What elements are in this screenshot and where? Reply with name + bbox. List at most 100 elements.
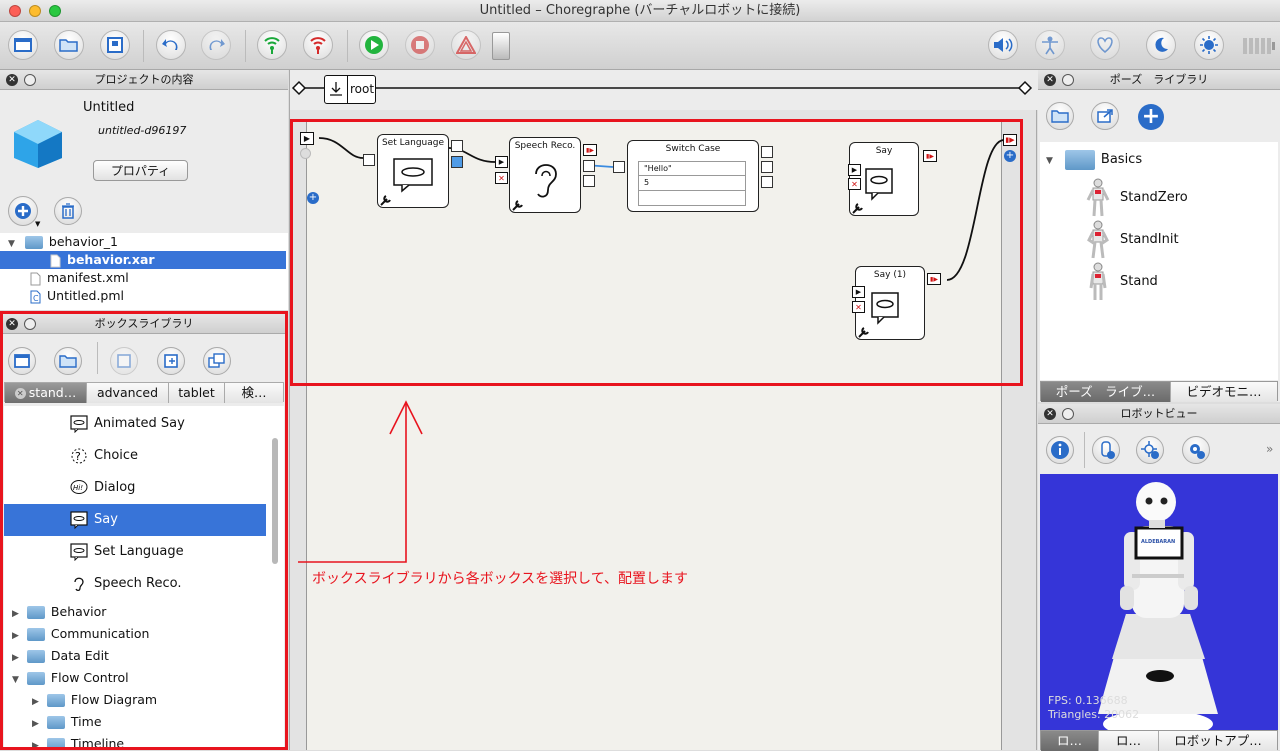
volume-icon[interactable] — [988, 30, 1018, 60]
robot-settings-icon[interactable] — [1092, 436, 1120, 464]
root-separator — [347, 76, 348, 103]
breadcrumb-root[interactable]: root — [324, 75, 376, 104]
rest-icon[interactable] — [1146, 30, 1176, 60]
breadcrumb-bar: root — [290, 70, 1038, 110]
triangles-readout: Triangles: 20062 — [1048, 708, 1140, 721]
toolbar-separator — [347, 30, 348, 62]
project-file-tree: ▼ behavior_1 behavior.xar manifest.xml C… — [0, 233, 288, 310]
tree-item-behavior-xar[interactable]: behavior.xar — [0, 251, 286, 269]
robot-tablet-text: ALDEBARAN — [1141, 539, 1176, 545]
add-file-button[interactable] — [8, 196, 38, 226]
robot-3d-view[interactable]: ALDEBARAN FPS: 0.136688 Triangles: 20062 — [1040, 474, 1278, 730]
info-icon[interactable] — [1046, 436, 1074, 464]
open-pose-library-icon[interactable] — [1046, 102, 1074, 130]
wake-up-icon[interactable] — [1194, 30, 1224, 60]
delete-file-button[interactable] — [54, 197, 82, 225]
robot-pose-icon — [1086, 178, 1110, 217]
robot-view-title: ロボットビュー — [1120, 407, 1198, 420]
robot-view-header: ✕ ロボットビュー — [1038, 404, 1280, 424]
root-label: root — [350, 82, 375, 96]
robot-pose-icon — [1089, 262, 1107, 300]
pose-item-standinit[interactable]: StandInit — [1086, 220, 1266, 260]
pose-item-stand[interactable]: Stand — [1086, 262, 1266, 302]
tree-item-pml[interactable]: C Untitled.pml — [30, 287, 124, 305]
root-box-icon — [329, 81, 343, 97]
battery-icon — [1242, 37, 1276, 55]
save-project-icon[interactable] — [100, 30, 130, 60]
more-tools-icon[interactable]: » — [1266, 442, 1273, 456]
stop-icon[interactable] — [405, 30, 435, 60]
svg-text:C: C — [33, 294, 39, 303]
redo-icon[interactable] — [201, 30, 231, 60]
tab-pose-library[interactable]: ポーズ ライブ… — [1041, 382, 1171, 402]
robot-view-bottom-tabs: ロ… ロ… ロボットアプ… — [1040, 730, 1278, 751]
pose-library-title: ポーズ ライブラリ — [1109, 73, 1209, 86]
add-pose-icon[interactable]: + — [1138, 104, 1164, 130]
tree-item-manifest[interactable]: manifest.xml — [30, 269, 129, 287]
robot-config-icon[interactable] — [1182, 436, 1210, 464]
float-panel-icon[interactable] — [1062, 74, 1074, 86]
pose-library-bottom-tabs: ポーズ ライブ… ビデオモニ… — [1040, 381, 1278, 402]
annotation-text: ボックスライブラリから各ボックスを選択して、配置します — [312, 571, 689, 587]
animation-mode-icon[interactable] — [1035, 30, 1065, 60]
toolbar-separator — [143, 30, 144, 62]
expand-arrow-icon[interactable]: ▼ — [8, 239, 15, 249]
pose-library-panel: ✕ ポーズ ライブラリ + ▼ Basics StandZero StandIn… — [1038, 70, 1280, 402]
breadcrumb-line — [291, 80, 1033, 96]
window-title: Untitled – Choregraphe (バーチャルロボットに接続) — [479, 3, 801, 18]
annotation-arrow — [298, 400, 423, 563]
toolbar-handle-icon — [492, 32, 510, 60]
properties-button[interactable]: プロパティ — [93, 160, 188, 181]
toolbar-separator — [1084, 432, 1085, 468]
robot-pose-icon — [1087, 220, 1109, 259]
dropdown-arrow-icon: ▼ — [35, 220, 41, 228]
close-panel-icon[interactable]: ✕ — [1044, 74, 1056, 86]
new-project-icon[interactable] — [8, 30, 38, 60]
sensor-display-icon[interactable] — [1136, 436, 1164, 464]
folder-icon — [1064, 149, 1095, 170]
robot-view-panel: ✕ ロボットビュー » ALDEBARAN FPS: 0.136688 Tria — [1038, 404, 1280, 751]
project-cube-icon — [12, 118, 64, 170]
box-library-highlight — [0, 311, 288, 750]
minimize-window-button[interactable] — [29, 5, 41, 17]
window-titlebar: Untitled – Choregraphe (バーチャルロボットに接続) — [0, 0, 1280, 22]
file-icon — [30, 272, 41, 285]
project-panel: ✕ プロジェクトの内容 Untitled untitled-d96197 プロパ… — [0, 70, 288, 310]
project-id: untitled-d96197 — [98, 124, 187, 137]
main-toolbar — [0, 22, 1280, 70]
undo-icon[interactable] — [156, 30, 186, 60]
pose-folder-basics[interactable]: ▼ Basics — [1046, 148, 1142, 170]
project-panel-title: プロジェクトの内容 — [94, 73, 194, 86]
pepper-robot-3d-icon — [1098, 482, 1218, 730]
pose-tree: ▼ Basics StandZero StandInit Stand — [1040, 142, 1278, 380]
collapse-arrow-icon[interactable]: ▼ — [1046, 156, 1053, 166]
connect-icon[interactable] — [257, 30, 287, 60]
toolbar-separator — [245, 30, 246, 62]
close-window-button[interactable] — [9, 5, 21, 17]
float-panel-icon[interactable] — [1062, 408, 1074, 420]
zoom-window-button[interactable] — [49, 5, 61, 17]
fps-readout: FPS: 0.136688 — [1048, 694, 1128, 707]
open-project-icon[interactable] — [54, 30, 84, 60]
export-pose-icon[interactable] — [1091, 102, 1119, 130]
tab-robot-view-2[interactable]: ロ… — [1099, 731, 1159, 751]
autonomous-life-icon[interactable] — [1090, 30, 1120, 60]
project-panel-header: ✕ プロジェクトの内容 — [0, 70, 288, 90]
project-name: Untitled — [83, 100, 135, 115]
close-panel-icon[interactable]: ✕ — [6, 74, 18, 86]
tab-robot-applications[interactable]: ロボットアプ… — [1159, 731, 1277, 751]
tab-video-monitor[interactable]: ビデオモニ… — [1171, 382, 1277, 402]
file-icon — [50, 254, 61, 267]
close-panel-icon[interactable]: ✕ — [1044, 408, 1056, 420]
pose-library-header: ✕ ポーズ ライブラリ — [1038, 70, 1280, 90]
tab-robot-view[interactable]: ロ… — [1041, 731, 1099, 751]
tree-item-behavior-folder[interactable]: ▼ behavior_1 — [8, 233, 278, 251]
play-icon[interactable] — [359, 30, 389, 60]
pose-item-standzero[interactable]: StandZero — [1086, 178, 1266, 218]
disconnect-icon[interactable] — [303, 30, 333, 60]
debug-warning-icon[interactable] — [451, 30, 481, 60]
folder-icon — [24, 236, 43, 249]
float-panel-icon[interactable] — [24, 74, 36, 86]
diagram-highlight — [290, 119, 1023, 386]
pml-file-icon: C — [30, 290, 41, 303]
